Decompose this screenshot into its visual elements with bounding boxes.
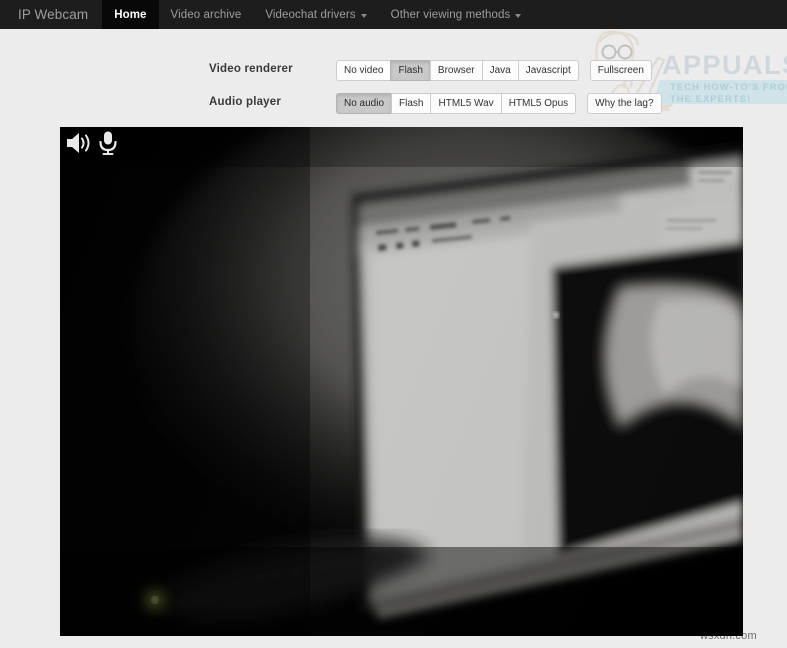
nav-item-video-archive-label: Video archive xyxy=(170,8,242,21)
nav-item-videochat-drivers[interactable]: Videochat drivers xyxy=(253,0,378,29)
audio-player-button-group: No audio Flash HTML5 Wav HTML5 Opus xyxy=(336,93,577,114)
svg-text:TECH HOW-TO'S FROM: TECH HOW-TO'S FROM xyxy=(670,82,787,93)
video-renderer-java-button[interactable]: Java xyxy=(481,60,519,81)
microphone-icon[interactable] xyxy=(97,130,119,156)
video-renderer-no-video-button[interactable]: No video xyxy=(336,60,392,81)
video-renderer-row: Video renderer No video Flash Browser Ja… xyxy=(0,60,787,82)
chevron-down-icon xyxy=(515,13,522,18)
nav-item-other-viewing-methods-label: Other viewing methods xyxy=(390,8,511,21)
nav-item-home[interactable]: Home xyxy=(102,0,159,29)
video-renderer-browser-button[interactable]: Browser xyxy=(429,60,483,81)
audio-player-flash-button[interactable]: Flash xyxy=(391,93,432,114)
nav-item-other-viewing-methods[interactable]: Other viewing methods xyxy=(379,0,534,29)
audio-player-no-audio-button[interactable]: No audio xyxy=(336,93,393,114)
camera-feed-image xyxy=(60,127,743,636)
nav-item-videochat-drivers-label: Videochat drivers xyxy=(265,8,356,21)
audio-player-html5-wav-button[interactable]: HTML5 Wav xyxy=(430,93,502,114)
nav-item-home-label: Home xyxy=(114,8,147,21)
audio-player-controls: No audio Flash HTML5 Wav HTML5 Opus Why … xyxy=(336,93,662,114)
why-the-lag-button[interactable]: Why the lag? xyxy=(587,93,662,114)
audio-player-label: Audio player xyxy=(209,96,282,108)
video-renderer-controls: No video Flash Browser Java Javascript F… xyxy=(336,60,652,81)
top-navbar: IP Webcam Home Video archive Videochat d… xyxy=(0,0,787,29)
audio-player-html5-opus-button[interactable]: HTML5 Opus xyxy=(500,93,577,114)
speaker-volume-icon[interactable] xyxy=(64,131,92,155)
brand-logo[interactable]: IP Webcam xyxy=(0,0,102,29)
video-renderer-javascript-button[interactable]: Javascript xyxy=(517,60,579,81)
chevron-down-icon xyxy=(360,13,367,18)
nav-item-video-archive[interactable]: Video archive xyxy=(159,0,254,29)
video-renderer-flash-button[interactable]: Flash xyxy=(390,60,431,81)
video-stream-panel[interactable] xyxy=(60,127,743,636)
audio-player-row: Audio player No audio Flash HTML5 Wav HT… xyxy=(0,93,787,115)
fullscreen-button[interactable]: Fullscreen xyxy=(589,60,652,81)
video-renderer-label: Video renderer xyxy=(209,63,293,75)
video-renderer-button-group: No video Flash Browser Java Javascript xyxy=(336,60,579,81)
